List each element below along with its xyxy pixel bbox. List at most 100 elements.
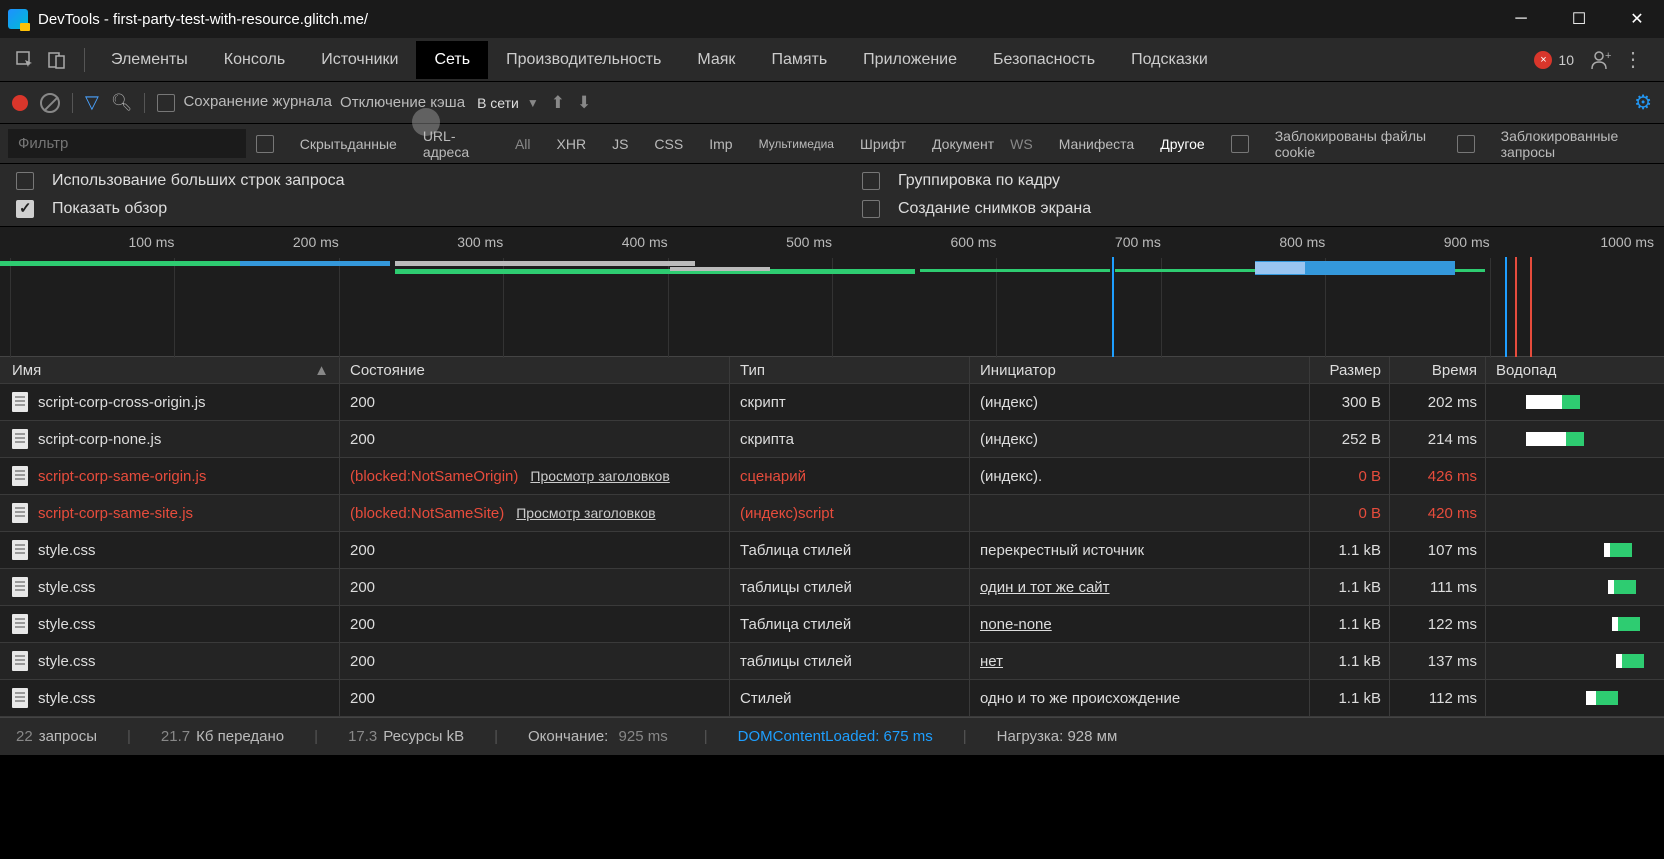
minimize-button[interactable]: ─ [1512, 10, 1530, 28]
group-frame-checkbox[interactable]: Группировка по кадру [862, 172, 1648, 190]
timeline-tick: 800 ms [1161, 234, 1325, 250]
filter-icon[interactable]: ▽ [85, 92, 99, 113]
filter-other[interactable]: Другое [1152, 132, 1212, 156]
request-waterfall [1486, 421, 1664, 457]
file-icon [12, 503, 28, 523]
tab-Производительность[interactable]: Производительность [488, 41, 679, 79]
request-initiator: нет [970, 643, 1310, 679]
tab-Сеть[interactable]: Сеть [416, 41, 488, 79]
filter-all[interactable]: All [507, 132, 539, 156]
maximize-button[interactable]: ☐ [1570, 10, 1588, 28]
col-name[interactable]: Имя▲ [0, 357, 340, 383]
clear-button[interactable] [40, 93, 60, 113]
filter-media[interactable]: Мультимедиа [751, 133, 842, 155]
request-type: Стилей [730, 680, 970, 716]
disable-cache-label[interactable]: Отключение кэша [340, 94, 465, 111]
request-type: (индекс)script [730, 495, 970, 531]
table-row[interactable]: script-corp-same-origin.js(blocked:NotSa… [0, 458, 1664, 495]
filter-doc[interactable]: Документ [924, 132, 1002, 156]
upload-icon[interactable]: ⬆ [551, 93, 565, 113]
filter-input[interactable] [8, 129, 246, 158]
filter-img[interactable]: Imp [701, 132, 740, 156]
table-row[interactable]: style.css200Таблица стилейперекрестный и… [0, 532, 1664, 569]
table-row[interactable]: script-corp-same-site.js(blocked:NotSame… [0, 495, 1664, 532]
settings-gear-icon[interactable]: ⚙ [1634, 90, 1652, 115]
record-button[interactable] [12, 95, 28, 111]
timeline-overview[interactable]: 100 ms200 ms300 ms400 ms500 ms600 ms700 … [0, 227, 1664, 357]
request-time: 112 ms [1390, 680, 1486, 716]
request-time: 107 ms [1390, 532, 1486, 568]
timeline-tick: 400 ms [503, 234, 667, 250]
blocked-requests-checkbox[interactable] [1457, 134, 1483, 152]
inspect-icon[interactable] [12, 47, 38, 73]
request-size: 0 B [1310, 495, 1390, 531]
col-status[interactable]: Состояние [340, 357, 730, 383]
status-bar: 22запросы | 21.7Кб передано | 17.3Ресурс… [0, 717, 1664, 755]
table-row[interactable]: style.css200таблицы стилейодин и тот же … [0, 569, 1664, 606]
request-status: 200 [350, 394, 375, 411]
file-icon [12, 392, 28, 412]
preserve-log-checkbox[interactable]: Сохранение журнала [157, 93, 332, 111]
large-rows-checkbox[interactable]: Использование больших строк запроса [16, 172, 802, 190]
request-initiator: none-none [970, 606, 1310, 642]
divider [84, 48, 85, 72]
col-time[interactable]: Время [1390, 357, 1486, 383]
file-icon [12, 429, 28, 449]
tab-Подсказки[interactable]: Подсказки [1113, 41, 1226, 79]
more-icon[interactable]: ⋮ [1620, 47, 1646, 73]
request-time: 202 ms [1390, 384, 1486, 420]
timeline-tick: 300 ms [339, 234, 503, 250]
request-initiator: перекрестный источник [970, 532, 1310, 568]
request-size: 300 B [1310, 384, 1390, 420]
filter-xhr[interactable]: XHR [549, 132, 595, 156]
tab-Безопасность[interactable]: Безопасность [975, 41, 1113, 79]
col-size[interactable]: Размер [1310, 357, 1390, 383]
search-icon[interactable]: 🔍︎ [111, 93, 133, 113]
blocked-cookies-checkbox[interactable] [1231, 134, 1257, 152]
request-waterfall [1486, 532, 1664, 568]
error-badge[interactable]: × 10 [1534, 51, 1574, 69]
table-row[interactable]: style.css200Таблица стилейnone-none1.1 k… [0, 606, 1664, 643]
device-icon[interactable] [44, 47, 70, 73]
filter-js[interactable]: JS [604, 132, 636, 156]
timeline-tick: 100 ms [10, 234, 174, 250]
download-icon[interactable]: ⬇ [577, 93, 591, 113]
tab-Консоль[interactable]: Консоль [206, 41, 303, 79]
screenshots-checkbox[interactable]: Создание снимков экрана [862, 200, 1648, 218]
request-status: 200 [350, 542, 375, 559]
request-time: 122 ms [1390, 606, 1486, 642]
tab-Приложение[interactable]: Приложение [845, 41, 975, 79]
table-row[interactable]: script-corp-none.js200скрипта(индекс)252… [0, 421, 1664, 458]
file-icon [12, 540, 28, 560]
request-name: style.css [38, 579, 96, 596]
file-icon [12, 614, 28, 634]
request-waterfall [1486, 458, 1664, 494]
tab-Источники[interactable]: Источники [303, 41, 416, 79]
col-waterfall[interactable]: Водопад [1486, 357, 1664, 383]
col-initiator[interactable]: Инициатор [970, 357, 1310, 383]
filter-manifest[interactable]: Манифеста [1051, 132, 1143, 156]
show-overview-checkbox[interactable]: Показать обзор [16, 200, 802, 218]
filter-css[interactable]: CSS [646, 132, 691, 156]
filter-ws[interactable]: WS [1002, 132, 1041, 156]
blocked-requests-label: Заблокированные запросы [1493, 124, 1656, 164]
profile-icon[interactable]: + [1588, 47, 1614, 73]
throttling-select[interactable]: В сети ▼ [477, 95, 539, 111]
table-row[interactable]: script-corp-cross-origin.js200скрипт(инд… [0, 384, 1664, 421]
file-icon [12, 466, 28, 486]
hide-data-checkbox[interactable] [256, 134, 282, 152]
request-size: 252 B [1310, 421, 1390, 457]
tab-Элементы[interactable]: Элементы [93, 41, 206, 79]
table-row[interactable]: style.css200таблицы стилейнет1.1 kB137 m… [0, 643, 1664, 680]
col-type[interactable]: Тип [730, 357, 970, 383]
request-size: 0 B [1310, 458, 1390, 494]
close-button[interactable]: ✕ [1628, 10, 1646, 28]
request-status: 200 [350, 690, 375, 707]
file-icon [12, 577, 28, 597]
window-title: DevTools - first-party-test-with-resourc… [38, 11, 368, 28]
tab-Маяк[interactable]: Маяк [679, 41, 753, 79]
load-marker [1515, 257, 1517, 357]
tab-Память[interactable]: Память [753, 41, 845, 79]
table-row[interactable]: style.css200Стилейодно и то же происхожд… [0, 680, 1664, 717]
filter-font[interactable]: Шрифт [852, 132, 914, 156]
